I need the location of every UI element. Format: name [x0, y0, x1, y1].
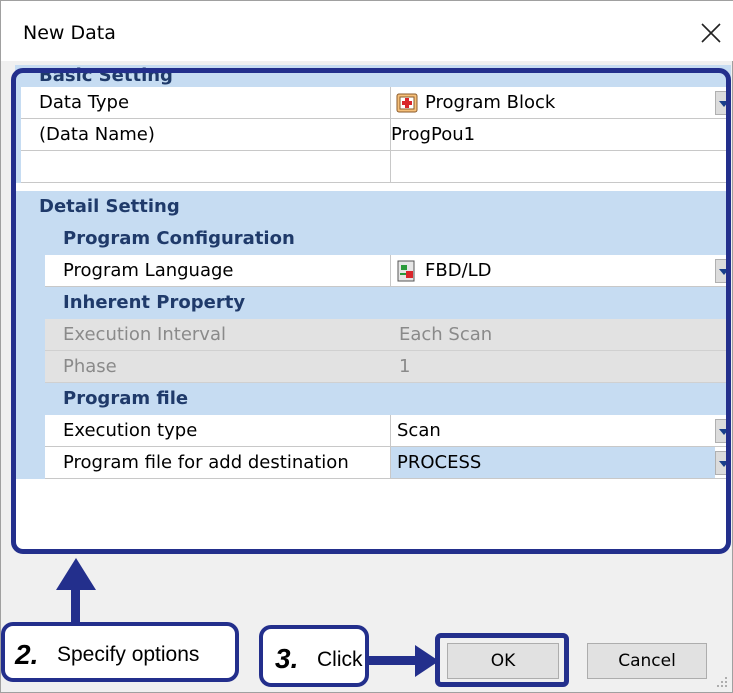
- step-number: 2.: [15, 639, 39, 670]
- window-title: New Data: [23, 22, 116, 44]
- callout-specify-options: 2. Specify options: [1, 622, 239, 682]
- cancel-button[interactable]: Cancel: [587, 643, 707, 679]
- title-bar: New Data: [1, 1, 733, 61]
- resize-grip-icon[interactable]: [716, 676, 728, 688]
- step-text: Specify options: [57, 643, 200, 666]
- step-number: 3.: [275, 643, 299, 674]
- arrow-shaft: [71, 587, 80, 627]
- close-icon[interactable]: [691, 13, 731, 53]
- new-data-dialog: New Data Basic Setting Data Type Program…: [0, 0, 733, 693]
- callout-click: 3. Click: [259, 625, 369, 687]
- ok-highlight-frame: [435, 633, 569, 687]
- options-highlight-frame: [11, 68, 731, 554]
- arrow-right-shaft: [367, 656, 419, 665]
- arrow-up-icon: [56, 558, 96, 590]
- step-text: Click: [317, 648, 363, 671]
